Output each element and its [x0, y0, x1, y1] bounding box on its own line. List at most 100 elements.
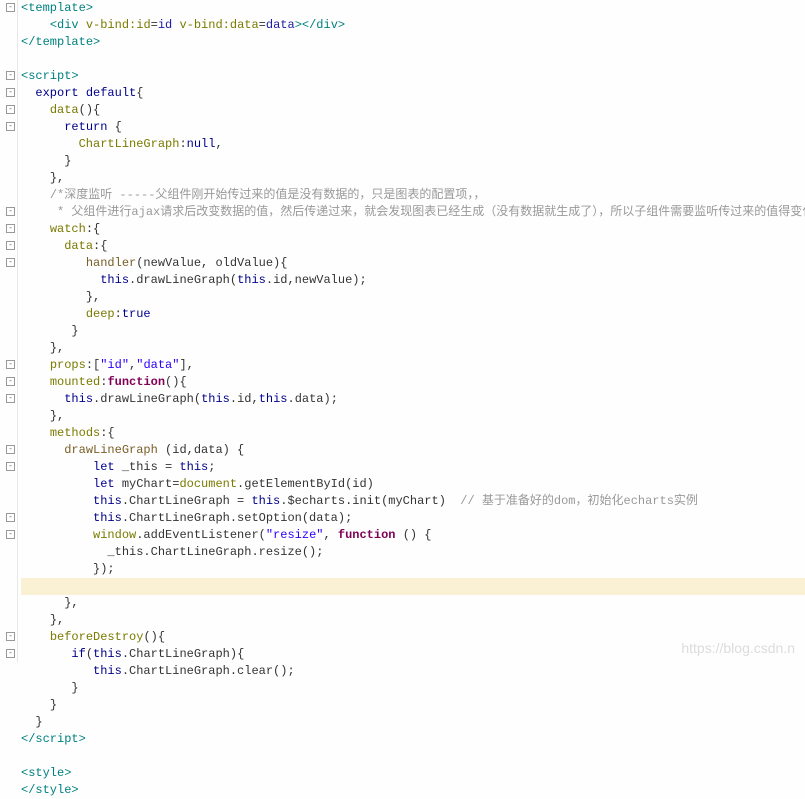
gutter-line: - [0, 255, 17, 272]
gutter-line [0, 51, 17, 68]
token-plain: .ChartLineGraph = [122, 494, 252, 508]
token-this-kw: this [93, 664, 122, 678]
code-line[interactable]: <div v-bind:id=id v-bind:data=data></div… [21, 17, 805, 34]
fold-toggle-icon[interactable]: - [6, 632, 15, 641]
code-line[interactable]: watch:{ [21, 221, 805, 238]
code-line[interactable]: </style> [21, 782, 805, 799]
fold-toggle-icon[interactable]: - [6, 258, 15, 267]
fold-toggle-icon[interactable]: - [6, 88, 15, 97]
gutter-line [0, 731, 17, 748]
token-this-kw: this [259, 392, 288, 406]
fold-toggle-icon[interactable]: - [6, 649, 15, 658]
token-brace: } [50, 698, 57, 712]
token-brace: } [35, 715, 42, 729]
gutter-line: - [0, 221, 17, 238]
code-line[interactable]: }, [21, 340, 805, 357]
fold-toggle-icon[interactable]: - [6, 122, 15, 131]
code-line[interactable]: </script> [21, 731, 805, 748]
code-line[interactable]: /*深度监听 -----父组件刚开始传过来的值是没有数据的，只是图表的配置项，， [21, 187, 805, 204]
code-line[interactable]: } [21, 697, 805, 714]
fold-toggle-icon[interactable]: - [6, 394, 15, 403]
code-line[interactable]: this.ChartLineGraph = this.$echarts.init… [21, 493, 805, 510]
code-line[interactable]: <template> [21, 0, 805, 17]
token-tag: </ [21, 35, 35, 49]
token-brace: }, [86, 290, 100, 304]
code-line[interactable]: }, [21, 612, 805, 629]
code-line[interactable]: this.drawLineGraph(this.id,newValue); [21, 272, 805, 289]
token-brace: } [64, 154, 71, 168]
fold-toggle-icon[interactable]: - [6, 3, 15, 12]
token-tag: </ [21, 783, 35, 797]
token-brace: ( [86, 647, 93, 661]
code-line[interactable]: } [21, 323, 805, 340]
code-line[interactable]: deep:true [21, 306, 805, 323]
code-line[interactable]: }); [21, 561, 805, 578]
code-line[interactable]: <script> [21, 68, 805, 85]
code-line[interactable]: this.ChartLineGraph.clear(); [21, 663, 805, 680]
fold-toggle-icon[interactable]: - [6, 207, 15, 216]
fold-toggle-icon[interactable]: - [6, 445, 15, 454]
code-line[interactable]: let _this = this; [21, 459, 805, 476]
code-line[interactable]: _this.ChartLineGraph.resize(); [21, 544, 805, 561]
code-line[interactable]: handler(newValue, oldValue){ [21, 255, 805, 272]
code-line[interactable]: * 父组件进行ajax请求后改变数据的值，然后传递过来，就会发现图表已经生成（没… [21, 204, 805, 221]
code-line[interactable]: methods:{ [21, 425, 805, 442]
code-line[interactable] [21, 51, 805, 68]
token-tag: div [316, 18, 338, 32]
code-line[interactable]: } [21, 714, 805, 731]
code-line[interactable]: } [21, 153, 805, 170]
fold-toggle-icon[interactable]: - [6, 360, 15, 369]
fold-toggle-icon[interactable]: - [6, 377, 15, 386]
token-brace: (){ [143, 630, 165, 644]
code-line[interactable]: data(){ [21, 102, 805, 119]
token-plain: ; [208, 460, 215, 474]
code-line[interactable]: <style> [21, 765, 805, 782]
fold-toggle-icon[interactable]: - [6, 530, 15, 539]
token-brace: :{ [86, 222, 100, 236]
code-line[interactable]: mounted:function(){ [21, 374, 805, 391]
code-line[interactable] [21, 578, 805, 595]
token-prop: ChartLineGraph [79, 137, 180, 151]
code-line[interactable]: }, [21, 289, 805, 306]
fold-toggle-icon[interactable]: - [6, 462, 15, 471]
gutter-line: - [0, 442, 17, 459]
code-line[interactable]: data:{ [21, 238, 805, 255]
token-plain: , [215, 137, 222, 151]
fold-toggle-icon[interactable]: - [6, 241, 15, 250]
gutter-line [0, 340, 17, 357]
code-line[interactable]: this.drawLineGraph(this.id,this.data); [21, 391, 805, 408]
fold-toggle-icon[interactable]: - [6, 513, 15, 522]
token-plain: _this.ChartLineGraph.resize(); [107, 545, 323, 559]
code-line[interactable]: this.ChartLineGraph.setOption(data); [21, 510, 805, 527]
code-line[interactable]: }, [21, 408, 805, 425]
token-comment: // 基于准备好的dom，初始化echarts实例 [460, 494, 698, 508]
token-string: "data" [136, 358, 179, 372]
code-editor: ------------------ <template> <div v-bin… [0, 0, 805, 662]
fold-toggle-icon[interactable]: - [6, 71, 15, 80]
token-tag: template [28, 1, 86, 15]
code-line[interactable]: let myChart=document.getElementById(id) [21, 476, 805, 493]
token-this-kw: this [93, 647, 122, 661]
code-line[interactable]: return { [21, 119, 805, 136]
fold-toggle-icon[interactable]: - [6, 105, 15, 114]
code-line[interactable] [21, 748, 805, 765]
token-plain: myChart= [122, 477, 180, 491]
token-kw-js: let [93, 460, 122, 474]
code-line[interactable]: export default{ [21, 85, 805, 102]
token-val-null: null [187, 137, 216, 151]
code-line[interactable]: props:["id","data"], [21, 357, 805, 374]
code-line[interactable]: } [21, 680, 805, 697]
token-tag: > [71, 783, 78, 797]
fold-toggle-icon[interactable]: - [6, 224, 15, 233]
code-line[interactable]: </template> [21, 34, 805, 51]
code-line[interactable]: ChartLineGraph:null, [21, 136, 805, 153]
code-line[interactable]: }, [21, 170, 805, 187]
gutter-line: - [0, 204, 17, 221]
code-line[interactable]: window.addEventListener("resize", functi… [21, 527, 805, 544]
code-area[interactable]: <template> <div v-bind:id=id v-bind:data… [18, 0, 805, 662]
gutter-line [0, 782, 17, 799]
code-line[interactable]: }, [21, 595, 805, 612]
gutter-line [0, 34, 17, 51]
code-line[interactable]: drawLineGraph (id,data) { [21, 442, 805, 459]
token-tag: < [50, 18, 57, 32]
